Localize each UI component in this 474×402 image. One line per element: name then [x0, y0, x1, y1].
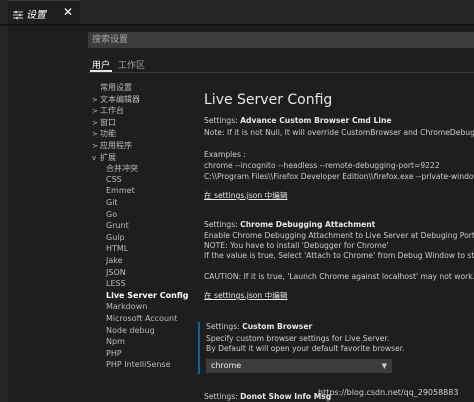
toc-item[interactable]: Gulp [106, 233, 125, 242]
tab-bar: 设置 ✕ [8, 0, 474, 24]
setting-description-1: Specify custom browser settings for Live… [206, 334, 390, 343]
select-value: chrome [211, 361, 242, 370]
toc-item[interactable]: Markdown [106, 302, 147, 311]
chevron-right-icon: > [92, 142, 98, 150]
toc-item[interactable]: Grunt [106, 221, 129, 230]
setting-name: Custom Browser [242, 322, 313, 331]
setting-prefix: Settings: [206, 322, 243, 331]
chevron-right-icon: > [92, 107, 98, 116]
setting-name: Advance Custom Browser Cmd Line [240, 116, 392, 125]
edit-in-settings-json-link[interactable]: 在 settings.json 中编辑 [204, 190, 287, 201]
setting-prefix: Settings: [204, 116, 241, 125]
setting-advance-custom-browser: Settings: Advance Custom Browser Cmd Lin… [198, 116, 474, 206]
toc-item-label: Microsoft Account [106, 314, 178, 323]
custom-browser-select[interactable]: chrome ▼ [206, 359, 392, 373]
setting-name: Chrome Debugging Attachment [240, 220, 376, 229]
toc-item-label: HTML [106, 244, 129, 254]
setting-custom-browser: Settings: Custom Browser Specify custom … [198, 322, 474, 374]
setting-description-2: By Default it will open your default fav… [206, 344, 405, 353]
toc-item-label: PHP [106, 348, 122, 358]
toc-item-label: Grunt [106, 221, 129, 231]
toc-item-label: LESS [106, 279, 126, 289]
tab-label: 设置 [26, 10, 46, 21]
example-2: C:\\Program Files\\Firefox Developer Edi… [204, 172, 474, 181]
toc-item[interactable]: PHP IntelliSense [106, 360, 171, 369]
chevron-right-icon: > [92, 95, 98, 104]
chevron-right-icon: > [92, 130, 98, 139]
close-icon[interactable]: ✕ [63, 4, 73, 20]
toc-item-label: Npm [106, 337, 125, 347]
toc-item[interactable]: Live Server Config [106, 291, 189, 300]
toc-item[interactable]: PHP [106, 349, 122, 358]
toc-item[interactable]: Npm [106, 337, 125, 346]
toc-item[interactable]: v 扩展 [92, 152, 116, 163]
examples-label: Examples : [204, 150, 246, 159]
toc-item-label: 常用设置 [100, 83, 132, 92]
setting-description-3: If the value is true, Select 'Attach to … [204, 251, 474, 260]
toc-item[interactable]: HTML [106, 244, 128, 253]
toc-item[interactable]: > 工作台 [92, 105, 124, 116]
setting-title: Settings: Advance Custom Browser Cmd Lin… [204, 116, 392, 125]
toc-item-label: CSS [106, 174, 122, 184]
toc-item-label: PHP IntelliSense [106, 360, 171, 370]
toc-item-label: JSON [106, 267, 126, 277]
toc-item-label: Jake [106, 256, 123, 265]
search-box[interactable] [88, 32, 474, 48]
toc-item[interactable]: Git [106, 198, 118, 207]
example-1: chrome --incognito --headless --remote-d… [204, 161, 440, 170]
search-input[interactable] [89, 33, 473, 47]
toc-item[interactable]: Go [106, 210, 117, 219]
chevron-down-icon: ▼ [381, 362, 387, 370]
setting-title: Settings: Chrome Debugging Attachment [204, 220, 375, 229]
setting-title: Settings: Custom Browser [206, 322, 312, 331]
header-shadow [0, 24, 474, 27]
setting-caution: CAUTION: If it is true, 'Launch Chrome a… [204, 272, 474, 281]
toc-item[interactable]: Emmet [106, 186, 135, 195]
tab-settings[interactable]: 设置 ✕ [8, 0, 80, 24]
chevron-down-icon: v [92, 153, 97, 162]
settings-lines-icon [12, 6, 24, 20]
toc-item-label: 扩展 [100, 152, 116, 162]
toc-item-label: 工作台 [100, 106, 124, 116]
setting-description: Note: If it is not Null, It will overrid… [204, 128, 474, 137]
toc-item[interactable]: > 窗口 [92, 117, 116, 128]
toc-item-label: Live Server Config [106, 290, 189, 300]
toc-item-label: Markdown [106, 302, 148, 312]
activity-bar [0, 0, 8, 402]
divider [88, 72, 474, 73]
setting-description-2: NOTE: You have to install 'Debugger for … [204, 241, 389, 250]
setting-prefix: Settings: [204, 220, 241, 229]
toc-item[interactable]: LESS [106, 279, 126, 288]
setting-chrome-debugging: Settings: Chrome Debugging Attachment En… [198, 220, 474, 310]
toc-item-label: Go [106, 209, 118, 219]
toc-item-label: 应用程序 [100, 141, 132, 150]
toc-item[interactable]: > 文本编辑器 [92, 94, 140, 105]
toc-item-label: 窗口 [100, 117, 116, 127]
toc-item-label: 功能 [100, 129, 116, 139]
edit-in-settings-json-link[interactable]: 在 settings.json 中编辑 [204, 290, 287, 301]
toc-item[interactable]: Jake [106, 256, 123, 265]
toc-item-label: Emmet [106, 186, 135, 196]
tab-workspace-settings[interactable]: 工作区 [118, 58, 145, 71]
toc-item-label: Git [106, 198, 118, 207]
setting-description-1: Enable Chrome Debugging Attachment to Li… [204, 231, 474, 240]
toc-item[interactable]: 合并冲突 [106, 163, 138, 174]
chevron-right-icon: > [92, 118, 98, 127]
toc-item-label: Node debug [106, 325, 155, 335]
toc-item[interactable]: > 应用程序 [92, 140, 132, 151]
toc-item[interactable]: JSON [106, 268, 126, 277]
setting-prefix: Settings: [204, 392, 241, 401]
toc-item-label: 合并冲突 [106, 164, 138, 174]
toc-item[interactable]: > 功能 [92, 128, 116, 139]
toc-item[interactable]: 常用设置 [100, 82, 132, 93]
watermark: https://blog.csdn.net/qq_29058883 [318, 388, 459, 397]
toc-item[interactable]: Node debug [106, 326, 155, 335]
toc-item-label: Gulp [106, 232, 125, 242]
setting-title: Settings: Donot Show Info Msg [204, 392, 331, 401]
settings-content: Live Server Config Settings: Advance Cus… [198, 82, 474, 402]
toc-item[interactable]: Microsoft Account [106, 314, 177, 323]
toc-item[interactable]: CSS [106, 175, 122, 184]
section-heading: Live Server Config [204, 92, 333, 108]
toc-item-label: 文本编辑器 [100, 94, 140, 104]
